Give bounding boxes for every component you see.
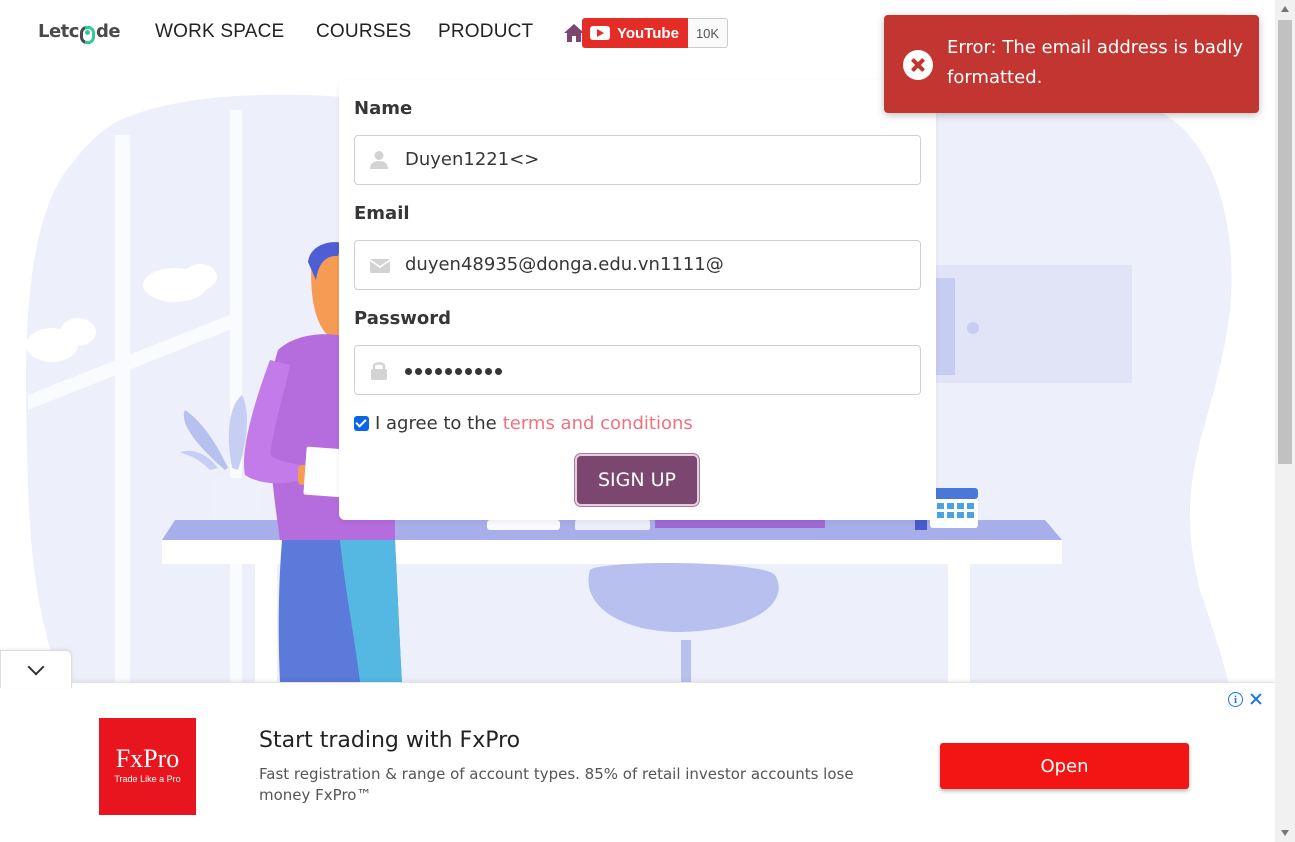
youtube-label: YouTube [617,24,679,42]
youtube-subscribe[interactable]: YouTube 10K [582,18,729,48]
page-scrollbar[interactable] [1275,0,1295,842]
agree-text: I agree to the [375,413,497,434]
password-dot [435,368,442,375]
ad-title[interactable]: Start trading with FxPro [259,728,520,753]
ad-content[interactable]: FxPro Trade Like a Pro Start trading wit… [10,689,1264,842]
password-dot [455,368,462,375]
logo-text-start: Letc [38,21,79,42]
lock-icon [371,362,387,380]
password-dot [495,368,502,375]
scrollbar-thumb[interactable] [1278,20,1292,464]
user-icon [370,151,388,169]
ad-close-icon[interactable] [1248,690,1264,708]
fxpro-brand: FxPro [115,744,180,773]
email-label: Email [354,203,410,224]
youtube-icon [590,26,610,40]
scroll-up-arrow-icon[interactable] [1281,6,1289,12]
letcode-logo[interactable]: Letc de [38,21,121,44]
password-dot [475,368,482,375]
agree-row: I agree to the terms and conditions [354,413,693,434]
password-dot [465,368,472,375]
envelope-icon [370,259,390,273]
ad-info-icon[interactable]: i [1228,692,1243,707]
terms-link[interactable]: terms and conditions [503,413,693,434]
fxpro-logo[interactable]: FxPro Trade Like a Pro [99,718,196,815]
password-label: Password [354,308,452,329]
password-mask [405,358,502,375]
password-dot [405,368,412,375]
scroll-down-arrow-icon[interactable] [1281,830,1289,836]
password-dot [425,368,432,375]
nav-workspace[interactable]: WORK SPACE [155,21,284,43]
logo-text-end: de [95,21,121,42]
youtube-button[interactable]: YouTube [582,18,688,48]
error-toast[interactable]: Error: The email address is badly format… [884,15,1259,113]
name-value: Duyen1221<> [405,149,540,170]
password-dot [485,368,492,375]
nav-courses[interactable]: COURSES [316,21,411,43]
ad-open-button[interactable]: Open [940,743,1189,789]
ad-collapse-chevron-down-icon[interactable] [0,650,72,688]
password-dot [445,368,452,375]
name-label: Name [354,98,413,119]
logo-o-icon [79,24,95,44]
fxpro-tagline: Trade Like a Pro [114,774,181,784]
password-dot [415,368,422,375]
email-value: duyen48935@donga.edu.vn1111@ [405,254,724,275]
password-field[interactable] [354,345,921,395]
signup-button[interactable]: SIGN UP [575,454,699,506]
ad-description: Fast registration & range of account typ… [259,765,854,804]
agree-checkbox[interactable] [354,416,369,431]
nav-product[interactable]: PRODUCT [438,21,533,43]
name-field[interactable]: Duyen1221<> [354,135,921,185]
error-message: Error: The email address is badly format… [947,37,1243,88]
signup-form: Name Duyen1221<> Email duyen48935@donga.… [339,80,936,520]
youtube-subscriber-count: 10K [687,18,729,48]
email-field[interactable]: duyen48935@donga.edu.vn1111@ [354,240,921,290]
error-icon [903,50,933,80]
ad-banner: FxPro Trade Like a Pro Start trading wit… [0,682,1275,842]
